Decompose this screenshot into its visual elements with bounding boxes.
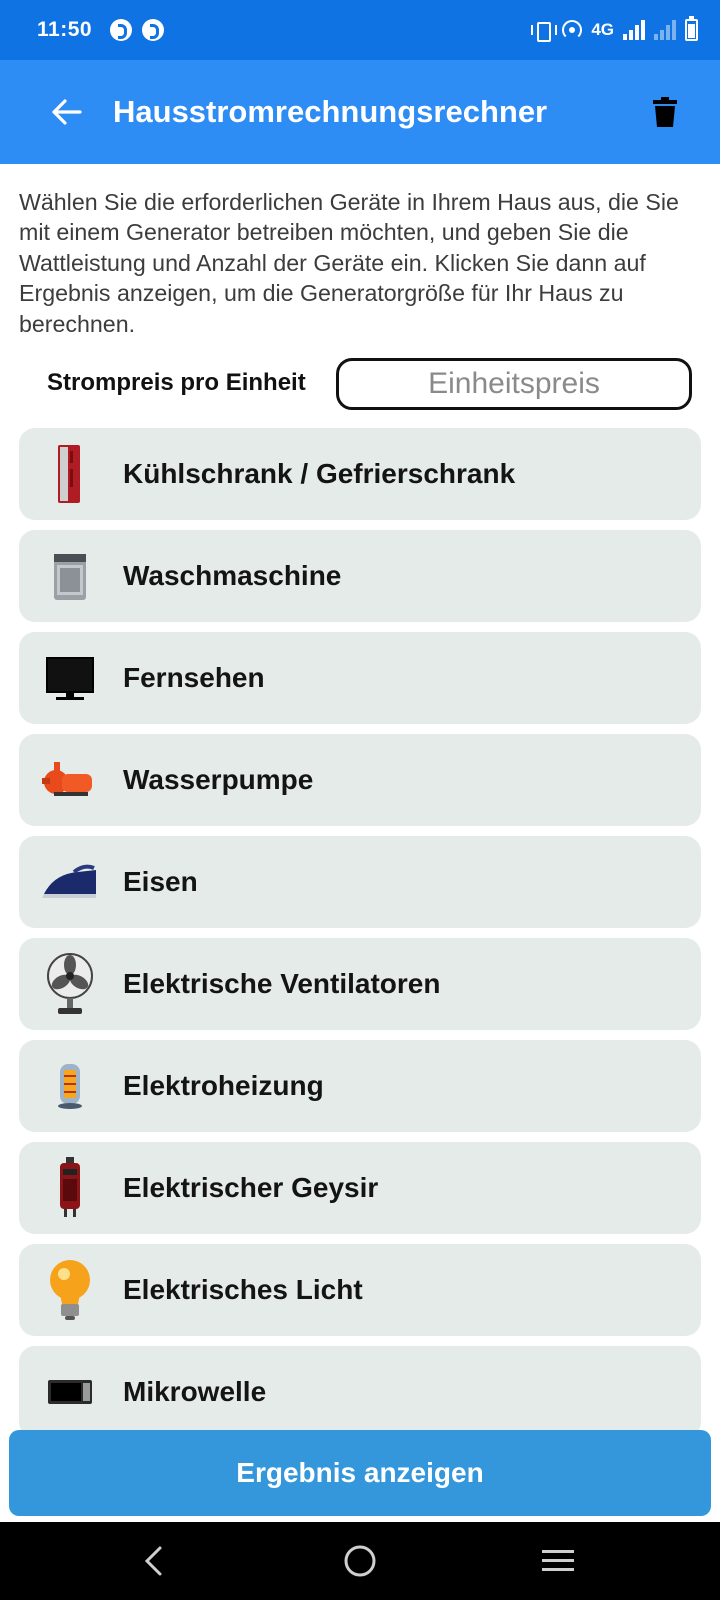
notification-icons: [110, 19, 165, 41]
appliance-item-washing-machine[interactable]: Waschmaschine: [19, 530, 701, 622]
show-result-button[interactable]: Ergebnis anzeigen: [9, 1430, 711, 1516]
network-type: 4G: [591, 20, 614, 39]
appliance-item-microwave[interactable]: Mikrowelle: [19, 1346, 701, 1430]
system-nav-bar: [0, 1522, 720, 1600]
hotspot-icon: [562, 20, 583, 40]
appliance-item-refrigerator[interactable]: Kühlschrank / Gefrierschrank: [19, 428, 701, 520]
appliance-label: Elektrischer Geysir: [123, 1172, 379, 1203]
heater-icon: [33, 1051, 107, 1121]
television-icon: [33, 643, 107, 713]
nav-recents-button[interactable]: [533, 1536, 583, 1586]
delete-button[interactable]: [635, 82, 695, 142]
status-right: 4G: [531, 16, 698, 42]
back-arrow-icon: [52, 99, 82, 125]
app-bar: Hausstromrechnungsrechner: [0, 60, 720, 164]
appliance-item-light[interactable]: Elektrisches Licht: [19, 1244, 701, 1336]
appliance-label: Waschmaschine: [123, 560, 342, 591]
appliance-item-fan[interactable]: Elektrische Ventilatoren: [19, 938, 701, 1030]
notification-app-icon: [142, 19, 165, 41]
nav-back-icon: [144, 1546, 162, 1576]
appliance-item-iron[interactable]: Eisen: [19, 836, 701, 928]
geyser-icon: [33, 1153, 107, 1223]
appliance-label: Eisen: [123, 866, 198, 897]
appliance-label: Wasserpumpe: [123, 764, 314, 795]
back-button[interactable]: [37, 82, 97, 142]
status-time: 11:50: [37, 18, 93, 41]
appliance-list[interactable]: Kühlschrank / Gefrierschrank Waschmaschi…: [19, 428, 701, 1430]
price-row: Strompreis pro Einheit: [0, 358, 720, 410]
appliance-item-geyser[interactable]: Elektrischer Geysir: [19, 1142, 701, 1234]
notification-app-icon: [110, 19, 133, 41]
refrigerator-icon: [33, 439, 107, 509]
nav-back-button[interactable]: [128, 1536, 178, 1586]
appliance-item-television[interactable]: Fernsehen: [19, 632, 701, 724]
unit-price-input[interactable]: [336, 358, 692, 410]
battery-icon: [685, 16, 698, 41]
nav-home-button[interactable]: [335, 1536, 385, 1586]
light-bulb-icon: [33, 1255, 107, 1325]
signal-secondary-icon: [654, 20, 676, 40]
appliance-label: Elektrisches Licht: [123, 1274, 363, 1305]
price-label: Strompreis pro Einheit: [47, 369, 306, 396]
vibrate-icon: [531, 21, 558, 42]
fan-icon: [33, 949, 107, 1019]
washing-machine-icon: [33, 541, 107, 611]
appliance-label: Elektroheizung: [123, 1070, 324, 1101]
iron-icon: [33, 847, 107, 917]
nav-menu-icon: [542, 1550, 574, 1571]
appliance-item-heater[interactable]: Elektroheizung: [19, 1040, 701, 1132]
appliance-label: Kühlschrank / Gefrierschrank: [123, 458, 516, 489]
appliance-item-water-pump[interactable]: Wasserpumpe: [19, 734, 701, 826]
nav-home-icon: [344, 1545, 376, 1577]
water-pump-icon: [33, 745, 107, 815]
appliance-label: Elektrische Ventilatoren: [123, 968, 441, 999]
microwave-icon: [33, 1357, 107, 1427]
appliance-label: Mikrowelle: [123, 1376, 267, 1407]
appliance-label: Fernsehen: [123, 662, 265, 693]
trash-icon: [653, 97, 677, 127]
status-bar: 11:50 4G: [0, 0, 720, 60]
intro-text: Wählen Sie die erforderlichen Geräte in …: [19, 189, 679, 337]
page-title: Hausstromrechnungsrechner: [113, 94, 548, 129]
signal-icon: [623, 20, 645, 40]
